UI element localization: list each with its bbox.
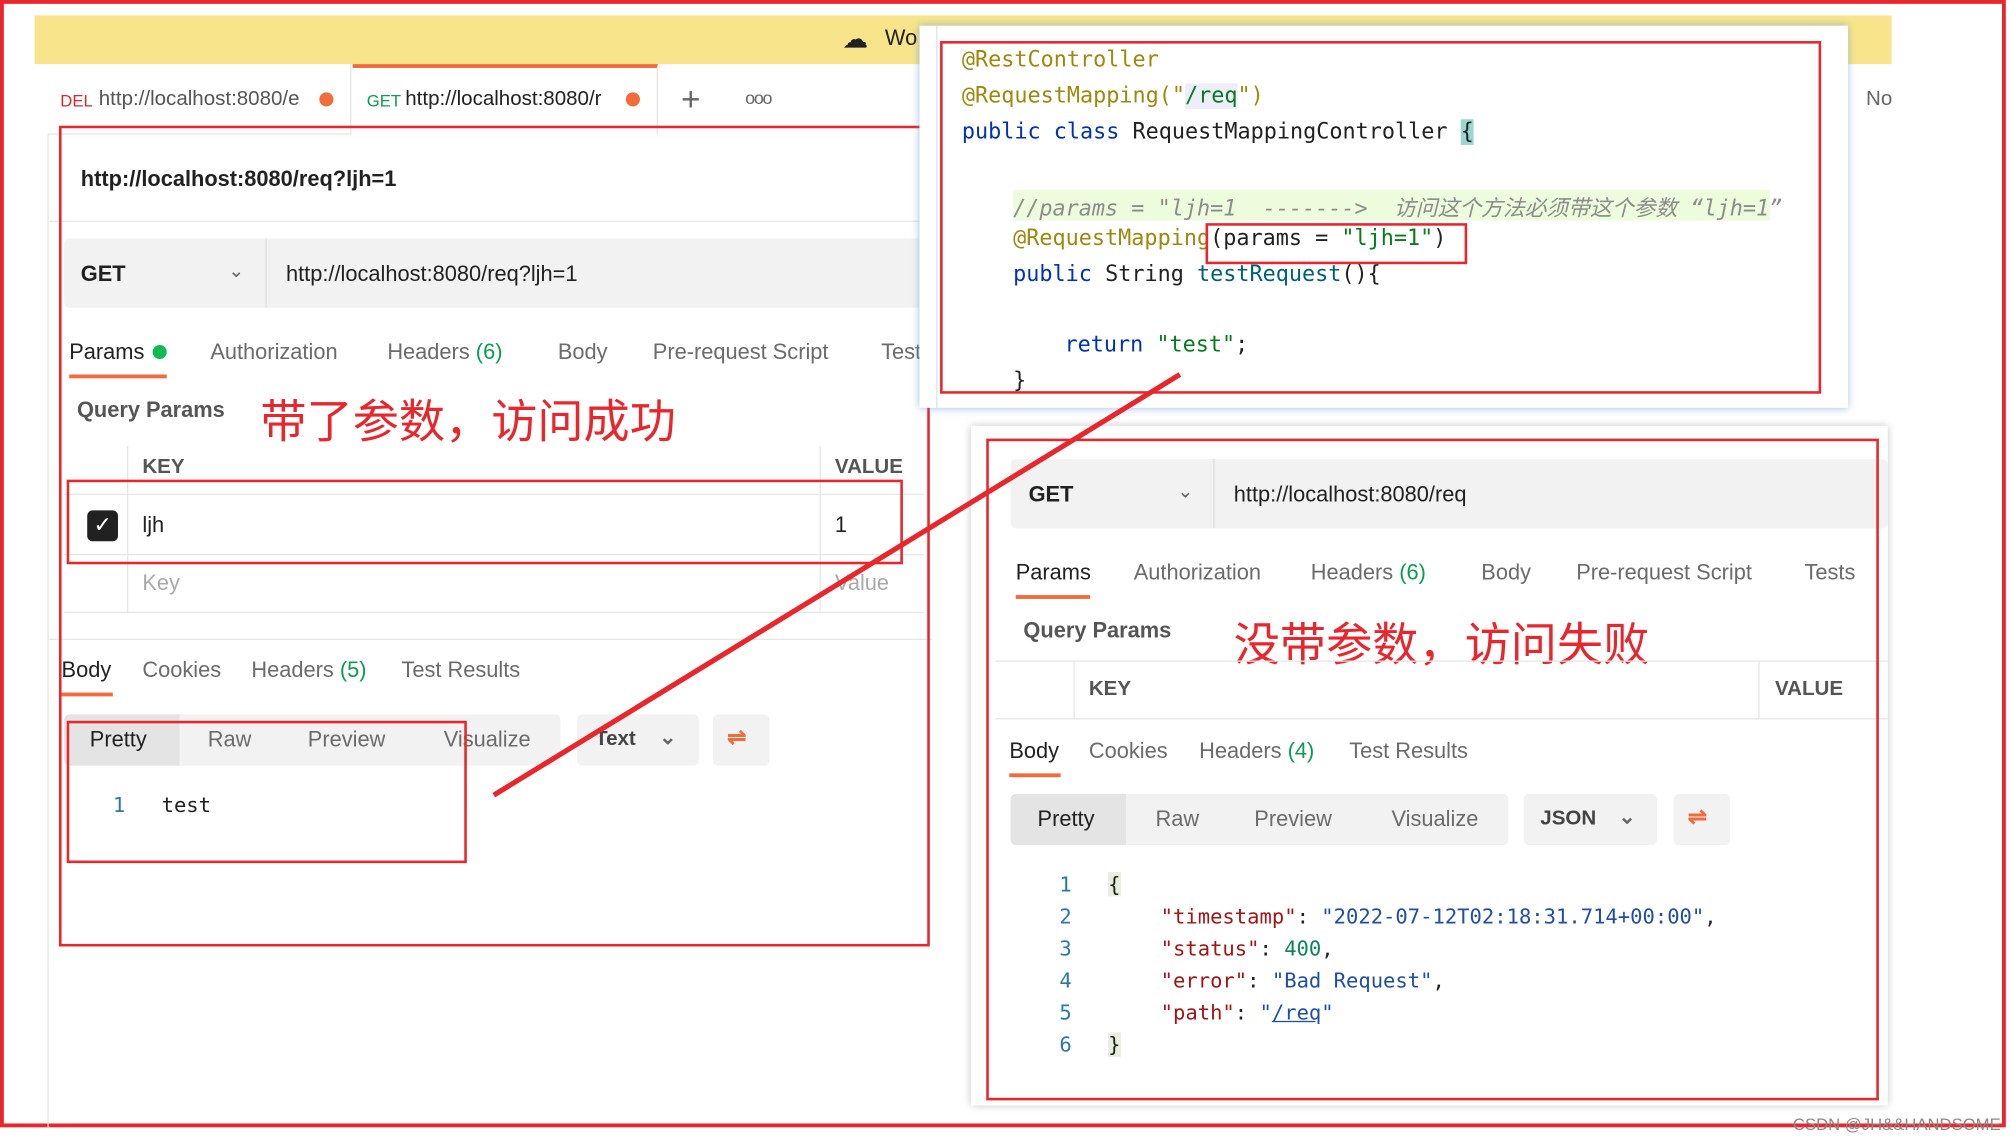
annotation-connector-line xyxy=(492,372,1182,798)
watermark: CSDN @JH&&HANDSOME xyxy=(1792,1114,2001,1134)
